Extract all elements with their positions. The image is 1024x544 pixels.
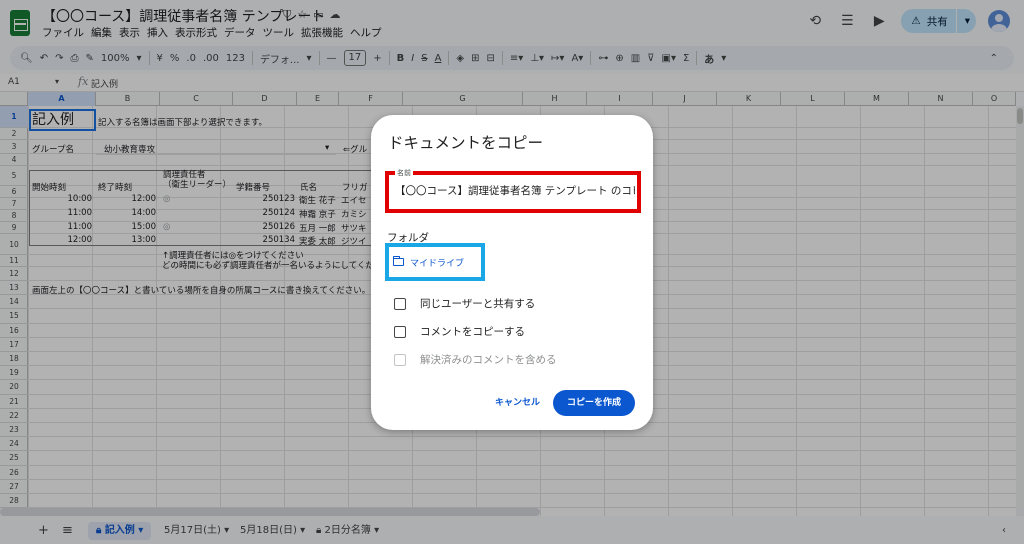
- folder-icon: [393, 256, 404, 266]
- folder-value: マイドライブ: [410, 258, 465, 269]
- folder-field-highlight: マイドライブ: [385, 243, 485, 281]
- copy-comments-label: コメントをコピーする: [420, 326, 525, 338]
- copy-comments-option[interactable]: コメントをコピーする: [394, 324, 525, 339]
- resolved-comments-option: 解決済みのコメントを含める: [394, 352, 557, 367]
- create-copy-button[interactable]: コピーを作成: [553, 390, 636, 416]
- name-field-label: 名前: [395, 168, 413, 178]
- name-field-highlight: 名前: [385, 168, 641, 213]
- folder-select-button[interactable]: マイドライブ: [393, 252, 464, 272]
- dialog-title: ドキュメントをコピー: [388, 134, 544, 152]
- resolved-comments-label: 解決済みのコメントを含める: [420, 354, 557, 366]
- copy-comments-checkbox[interactable]: [394, 325, 406, 338]
- name-input[interactable]: [395, 184, 635, 196]
- share-option-label: 同じユーザーと共有する: [420, 298, 536, 310]
- cancel-button[interactable]: キャンセル: [487, 390, 548, 416]
- share-same-users-option[interactable]: 同じユーザーと共有する: [394, 296, 535, 311]
- resolved-comments-checkbox: [394, 353, 406, 366]
- share-checkbox[interactable]: [394, 297, 406, 310]
- copy-document-dialog: ドキュメントをコピー 名前 フォルダ マイドライブ 同じユーザーと共有する コメ…: [371, 115, 653, 430]
